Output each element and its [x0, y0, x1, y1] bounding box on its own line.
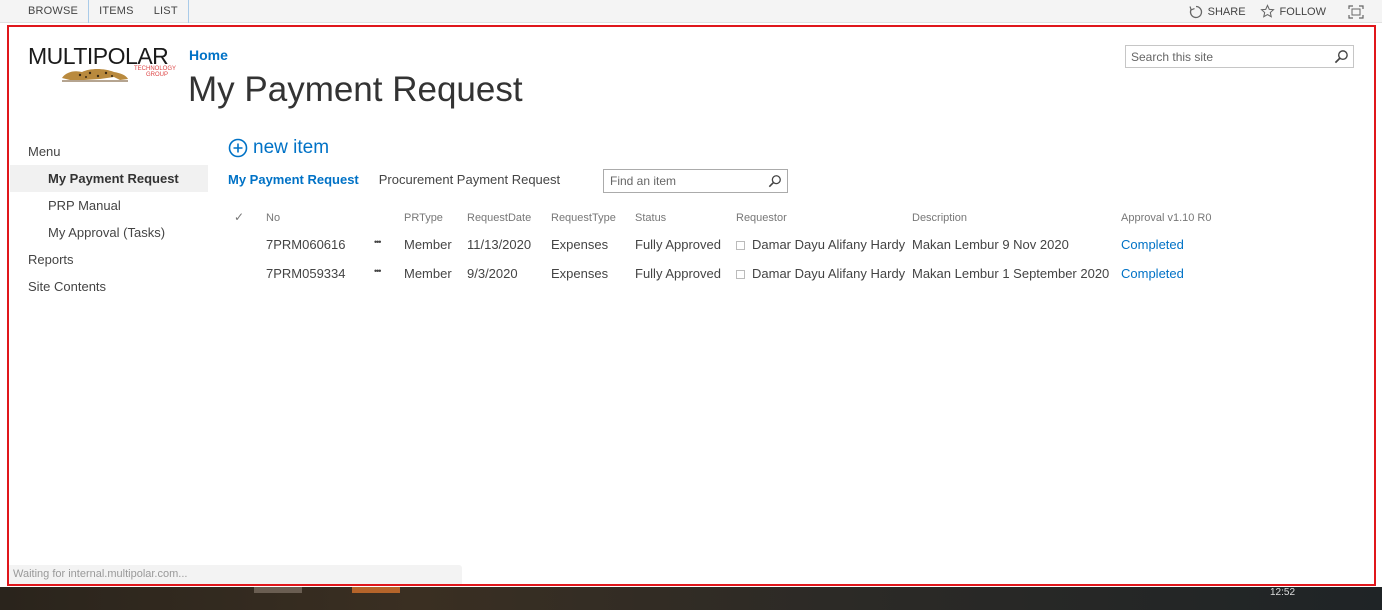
ribbon-tab-browse[interactable]: BROWSE: [18, 0, 88, 23]
search-icon[interactable]: [768, 174, 782, 188]
presence-indicator-icon: [736, 241, 745, 250]
browser-status-bar: Waiting for internal.multipolar.com...: [9, 565, 462, 584]
ribbon-tab-items[interactable]: ITEMS: [88, 0, 144, 23]
column-header-requestor[interactable]: Requestor: [736, 212, 787, 224]
new-item-button[interactable]: new item: [228, 137, 329, 159]
cell-description: Makan Lembur 9 Nov 2020: [912, 237, 1069, 252]
nav-item-my-approval-tasks[interactable]: My Approval (Tasks): [10, 219, 208, 246]
cell-no[interactable]: 7PRM060616: [266, 237, 346, 252]
nav-item-reports[interactable]: Reports: [10, 246, 208, 273]
column-header-no[interactable]: No: [266, 212, 280, 224]
column-header-requesttype[interactable]: RequestType: [551, 212, 616, 224]
table-row[interactable]: 7PRM060616 ••• Member 11/13/2020 Expense…: [228, 235, 1228, 259]
add-circle-icon: [228, 138, 248, 158]
cell-requesttype: Expenses: [551, 266, 609, 281]
cell-requestor[interactable]: Damar Dayu Alifany Hardy: [736, 266, 905, 281]
share-label: SHARE: [1207, 5, 1246, 18]
taskbar-clock: 12:52: [1270, 587, 1296, 598]
column-header-status[interactable]: Status: [635, 212, 666, 224]
page-title: My Payment Request: [188, 70, 523, 109]
follow-label: FOLLOW: [1279, 5, 1326, 18]
follow-button[interactable]: FOLLOW: [1259, 4, 1326, 19]
ribbon-tabs: BROWSE ITEMS LIST: [18, 0, 189, 23]
column-header-approval[interactable]: Approval v1.10 R0: [1121, 212, 1212, 224]
nav-item-my-payment-request[interactable]: My Payment Request: [10, 165, 208, 192]
ribbon-actions: SHARE FOLLOW: [1189, 0, 1364, 23]
table-row[interactable]: 7PRM059334 ••• Member 9/3/2020 Expenses …: [228, 264, 1228, 288]
cell-status: Fully Approved: [635, 237, 721, 252]
cell-approval-link[interactable]: Completed: [1121, 266, 1184, 281]
cell-requestdate: 11/13/2020: [467, 237, 532, 252]
requestor-name[interactable]: Damar Dayu Alifany Hardy: [752, 266, 905, 281]
os-taskbar: 12:52: [0, 587, 1382, 610]
view-tabs: My Payment Request Procurement Payment R…: [228, 172, 580, 187]
taskbar-app-button[interactable]: [254, 587, 302, 593]
cell-approval-link[interactable]: Completed: [1121, 237, 1184, 252]
share-icon: [1189, 5, 1202, 18]
cell-requestdate: 9/3/2020: [467, 266, 518, 281]
logo-subtitle: TECHNOLOGY GROUP: [134, 66, 177, 78]
breadcrumb-home-link[interactable]: Home: [189, 47, 228, 63]
site-logo[interactable]: MULTIPOLAR TECHNOLOGY GROUP: [28, 44, 177, 84]
share-button[interactable]: SHARE: [1189, 5, 1246, 19]
item-menu-ellipsis-button[interactable]: •••: [374, 237, 382, 247]
cell-requestor[interactable]: Damar Dayu Alifany Hardy: [736, 237, 905, 252]
column-header-prtype[interactable]: PRType: [404, 212, 443, 224]
presence-indicator-icon: [736, 270, 745, 279]
select-all-checkmark-icon[interactable]: ✓: [234, 210, 244, 224]
left-navigation: Menu My Payment Request PRP Manual My Ap…: [10, 138, 208, 300]
requestor-name[interactable]: Damar Dayu Alifany Hardy: [752, 237, 905, 252]
taskbar-app-button-active[interactable]: [352, 587, 400, 593]
nav-item-menu[interactable]: Menu: [10, 138, 208, 165]
view-tab-procurement-payment-request[interactable]: Procurement Payment Request: [379, 172, 560, 187]
site-search-box: [1125, 45, 1354, 68]
view-tab-my-payment-request[interactable]: My Payment Request: [228, 172, 359, 187]
cell-status: Fully Approved: [635, 266, 721, 281]
cell-description: Makan Lembur 1 September 2020: [912, 266, 1110, 281]
site-search-input[interactable]: [1126, 46, 1326, 67]
column-header-description[interactable]: Description: [912, 212, 967, 224]
search-icon[interactable]: [1334, 49, 1349, 64]
cell-prtype: Member: [404, 237, 452, 252]
column-header-requestdate[interactable]: RequestDate: [467, 212, 531, 224]
fullscreen-icon: [1348, 4, 1364, 19]
nav-item-prp-manual[interactable]: PRP Manual: [10, 192, 208, 219]
ribbon-bar: BROWSE ITEMS LIST SHARE FOLLOW: [0, 0, 1382, 23]
cell-prtype: Member: [404, 266, 452, 281]
item-menu-ellipsis-button[interactable]: •••: [374, 266, 382, 276]
nav-item-site-contents[interactable]: Site Contents: [10, 273, 208, 300]
focus-on-content-button[interactable]: [1348, 4, 1364, 19]
cell-no[interactable]: 7PRM059334: [266, 266, 346, 281]
find-item-input[interactable]: [604, 170, 764, 192]
star-icon: [1259, 4, 1275, 18]
cell-requesttype: Expenses: [551, 237, 609, 252]
ribbon-tab-list[interactable]: LIST: [144, 0, 189, 23]
new-item-label: new item: [253, 137, 330, 158]
find-item-box: [603, 169, 788, 193]
leopard-logo-icon: [62, 69, 128, 82]
